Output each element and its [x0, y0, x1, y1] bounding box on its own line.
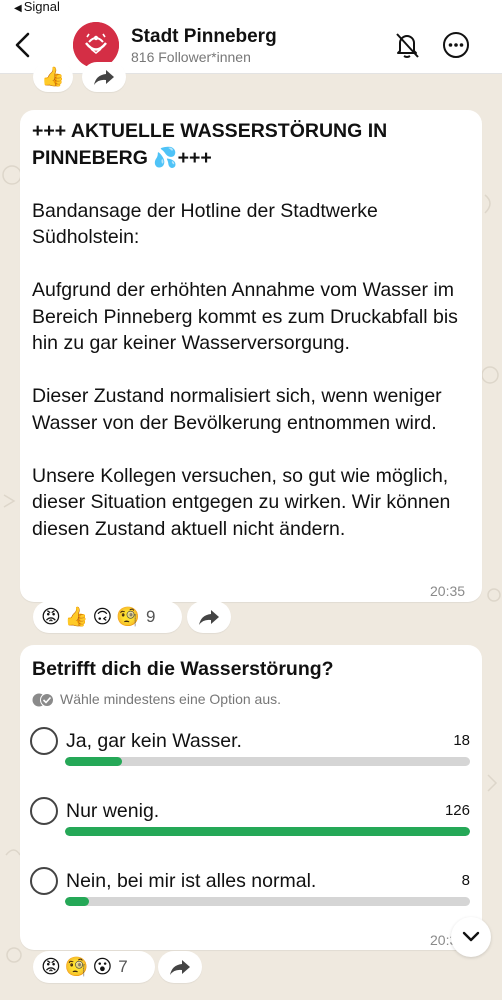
mute-button[interactable]	[392, 30, 422, 60]
double-check-icon	[32, 693, 54, 707]
poll-radio[interactable]	[30, 797, 58, 825]
chevron-down-icon	[462, 931, 480, 942]
message-share-button[interactable]	[187, 601, 231, 633]
message-body: Bandansage der Hotline der Stadtwerke Sü…	[32, 199, 458, 540]
bell-off-icon	[396, 33, 419, 58]
message-time: 20:35	[430, 583, 466, 599]
astonished-face-icon: 😮	[92, 956, 113, 978]
monocle-face-icon: 🧐	[64, 957, 89, 978]
back-button[interactable]	[10, 30, 38, 60]
share-arrow-icon	[94, 70, 114, 85]
channel-title[interactable]: Stadt Pinneberg	[131, 26, 277, 48]
poll-bar-track	[65, 897, 470, 906]
reaction-count: 9	[145, 607, 156, 626]
poll-bar-fill	[65, 757, 122, 766]
poll-radio[interactable]	[30, 727, 58, 755]
more-options-button[interactable]	[441, 30, 471, 60]
poll-share-button[interactable]	[158, 951, 202, 983]
poll-radio[interactable]	[30, 867, 58, 895]
poll-option-2[interactable]: Nur wenig. 126	[30, 797, 472, 857]
poll-bar-fill	[65, 897, 90, 906]
poll-option-1[interactable]: Ja, gar kein Wasser. 18	[30, 727, 472, 787]
more-horizontal-icon	[443, 32, 469, 58]
chevron-left-icon	[15, 32, 30, 58]
back-to-app-icon[interactable]: ◀	[14, 3, 22, 14]
scroll-to-bottom-button[interactable]	[451, 917, 491, 957]
poll-option-count: 126	[444, 802, 470, 819]
thumbs-up-icon: 👍	[64, 607, 89, 628]
poll-option-label[interactable]: Ja, gar kein Wasser.	[66, 730, 242, 753]
back-to-app-label[interactable]: Signal	[24, 0, 60, 14]
monocle-face-icon: 🧐	[116, 607, 140, 628]
share-arrow-icon	[199, 610, 219, 625]
poll-option-count: 8	[461, 872, 470, 889]
poll-bar-track	[65, 827, 470, 836]
message-headline: +++ AKTUELLE WASSERSTÖRUNG IN PINNEBERG …	[32, 120, 388, 169]
poll-reactions[interactable]: 😡 🧐 😮 7	[33, 951, 155, 983]
message-text: +++ AKTUELLE WASSERSTÖRUNG IN PINNEBERG …	[32, 118, 472, 542]
poll-hint: Wähle mindestens eine Option aus.	[60, 691, 282, 707]
previous-message-reactions[interactable]: 👍	[33, 62, 73, 92]
poll-option-count: 18	[453, 732, 470, 749]
poll-option-label[interactable]: Nein, bei mir ist alles normal.	[66, 870, 316, 893]
reaction-count: 7	[118, 957, 128, 976]
previous-share-button[interactable]	[82, 62, 126, 92]
angry-face-icon: 😡	[41, 606, 61, 628]
message-reactions[interactable]: 😡 👍 🙃 🧐 9	[33, 601, 182, 633]
follower-count: 816 Follower*innen	[131, 49, 251, 65]
poll-option-label[interactable]: Nur wenig.	[66, 800, 159, 823]
share-arrow-icon	[170, 960, 190, 975]
poll-bar-fill	[65, 827, 470, 836]
poll-option-3[interactable]: Nein, bei mir ist alles normal. 8	[30, 867, 472, 927]
angry-face-icon: 😡	[41, 956, 61, 978]
upside-down-face-icon: 🙃	[92, 606, 113, 628]
poll-question: Betrifft dich die Wasserstörung?	[32, 658, 334, 680]
chat-header: Stadt Pinneberg 816 Follower*innen	[0, 14, 502, 74]
status-bar: ◀ Signal	[0, 0, 502, 14]
poll-bar-track	[65, 757, 470, 766]
thumbs-up-icon: 👍	[41, 67, 65, 88]
